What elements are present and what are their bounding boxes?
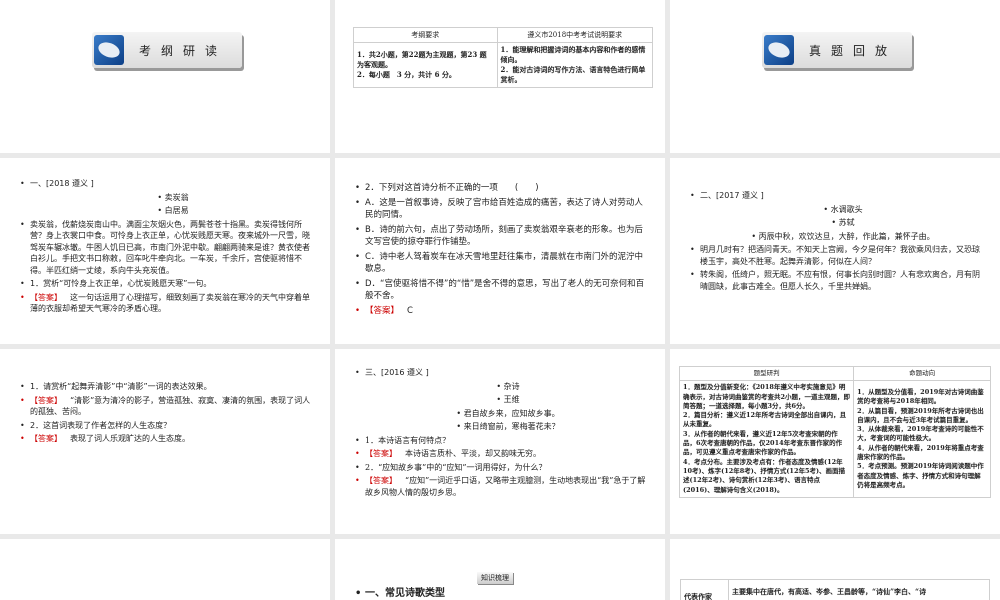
table-header: 题型研判 xyxy=(678,365,855,382)
table-cell-label: 代表作家 xyxy=(680,579,729,600)
table-cell-line: 2．能对古诗词的写作方法、语言特色进行简单赏析。 xyxy=(500,65,646,84)
option-c: C．诗中老人驾着炭车在冰天雪地里赶往集市，清晨就在市南门外的泥泞中歇息。 xyxy=(355,251,651,276)
poem-author: • 苏轼 xyxy=(831,218,855,227)
mouse-icon xyxy=(94,35,124,65)
question: 1．请赏析“起舞弄清影”中“清影”一词的表达效果。 xyxy=(20,381,316,393)
table-cell-line: 1．从题型及分值看，2019年对古诗词曲鉴赏的考查将与2018年相同。 xyxy=(857,387,984,406)
answer: 【答案】这一句话运用了心理描写，细致刻画了卖炭翁在寒冷的天气中穿着单薄的衣服却希… xyxy=(20,292,316,315)
slide-poem-zashi[interactable]: 三、[2016 遵义 ] • 杂诗 • 王维 • 君自故乡来，应知故乡事。 • … xyxy=(335,349,665,534)
section-heading: 一、常见诗歌类型 xyxy=(355,588,651,600)
poem-line: 转朱阁，低绮户，照无眠。不应有恨，何事长向别时圆？人有悲欢离合，月有阴晴圆缺，此… xyxy=(690,269,986,292)
table-cell-line: 3．从作者的朝代来看，遵义近12年5次考查宋朝的作品，6次考查唐朝的作品，仅20… xyxy=(683,429,843,457)
poem-author: • 白居易 xyxy=(157,206,189,215)
table-header: 遵义市2018中考考试说明要求 xyxy=(496,27,654,43)
slide-question-choice[interactable]: 2．下列对这首诗分析不正确的一项 ( ) A．这是一首叙事诗，反映了宫市给百姓造… xyxy=(335,158,665,344)
table-cell-line: 4．从作者的朝代来看，2019年将重点考查唐宋作家的作品。 xyxy=(857,443,984,462)
slide-exam-outline-title[interactable]: 考纲研读 xyxy=(0,0,330,153)
poem-line: 明月几时有？把酒问青天。不知天上宫阙，今夕是何年？我欲乘风归去，又恐琼楼玉宇，高… xyxy=(690,244,986,267)
poem-title: • 卖炭翁 xyxy=(157,192,189,202)
question: 2．“应知故乡事”中的“应知”一词用得好，为什么？ xyxy=(355,462,651,474)
slide-questions-qingying[interactable]: 1．请赏析“起舞弄清影”中“清影”一词的表达效果。 【答案】“清影”意为清冷的影… xyxy=(0,349,330,534)
table-cell-line: 2．从篇目看，预测2019年所考古诗词也出自课内，且不会与近3年考试篇目重复。 xyxy=(857,406,984,424)
answer: 【答案】C xyxy=(355,305,651,318)
question: 2．这首词表现了作者怎样的人生态度？ xyxy=(20,420,316,432)
section-heading: 二、[2017 遵义 ] xyxy=(690,190,986,202)
option-b: B．诗的前六句，点出了劳动场所，刻画了卖炭翁艰辛衰老的形象。也为后文写宫使的掠夺… xyxy=(355,224,651,249)
answer: 【答案】“应知”一词近乎口语，又略带主观臆测，生动地表现出“我”急于了解故乡风物… xyxy=(355,475,651,498)
poem-title: • 杂诗 xyxy=(496,381,520,391)
poem-line: • 来日绮窗前，寒梅著花未？ xyxy=(456,422,560,431)
poem-title: • 水调歌头 xyxy=(823,204,863,214)
banner-title: 真题回放 xyxy=(808,43,897,58)
table-cell-line: 1．能理解和把握诗词的基本内容和作者的感情倾向。 xyxy=(500,45,646,64)
table-cell-line: 1．题型及分值新变化：《2018年遵义中考实施意见》明确表示，对古诗词曲鉴赏的考… xyxy=(683,383,851,410)
mouse-icon xyxy=(764,35,794,65)
table-header: 考纲要求 xyxy=(353,27,498,43)
answer: 【答案】“清影”意为清冷的影子，营造孤独、寂寞、凄清的氛围，表现了词人的孤独、苦… xyxy=(20,395,316,418)
table-cell: 主要集中在唐代，有高适、岑参、王昌龄等，“诗仙”李白、“诗 xyxy=(728,579,990,600)
question: 1．赏析“可怜身上衣正单，心忧炭贱愿天寒”一句。 xyxy=(20,278,316,290)
slide-analysis-table[interactable]: 题型研判 命题动向 1．题型及分值新变化：《2018年遵义中考实施意见》明确表示，… xyxy=(670,349,1000,534)
table-cell-line: 2．篇目分析：遵义近12年所考古诗词全部出自课内，且从未重复。 xyxy=(683,411,847,429)
slide-blank[interactable] xyxy=(0,539,330,600)
question: 2．下列对这首诗分析不正确的一项 ( ) xyxy=(355,182,651,195)
section-banner: 真题回放 xyxy=(762,32,912,68)
answer: 【答案】表现了词人乐观旷达的人生态度。 xyxy=(20,433,316,445)
answer: 【答案】本诗语言质朴、平淡，却又韵味无穷。 xyxy=(355,448,651,460)
slide-knowledge-review[interactable]: 知识梳理 一、常见诗歌类型 xyxy=(335,539,665,600)
table-cell-line: 3．从体裁来看，2019年考查诗的可能性不大，考查词的可能性极大。 xyxy=(857,425,984,443)
knowledge-tag: 知识梳理 xyxy=(477,572,513,584)
table-cell-line: 4．考点分布。主要涉及考点有：作者态度及情感(12年10考)、炼字(12年8考)… xyxy=(683,457,846,494)
analysis-table: 题型研判 命题动向 1．题型及分值新变化：《2018年遵义中考实施意见》明确表示，… xyxy=(678,365,991,498)
table-header: 命题动向 xyxy=(853,365,991,382)
slide-poetry-types-table[interactable]: 代表作家 主要集中在唐代，有高适、岑参、王昌龄等，“诗仙”李白、“诗 xyxy=(670,539,1000,600)
table-cell-line: 1．共2小题，第22题为主观题，第23 题为客观题。 xyxy=(357,50,487,69)
slide-requirements-table[interactable]: 考纲要求 遵义市2018中考考试说明要求 1．共2小题，第22题为主观题，第23 … xyxy=(335,0,665,153)
option-d: D．“宫使驱将惜不得”的“惜”是舍不得的意思，写出了老人的无可奈何和百般不舍。 xyxy=(355,278,651,303)
poem-text: 卖炭翁，伐薪烧炭南山中。满面尘灰烟火色，两鬓苍苍十指黑。卖炭得钱何所营？身上衣裳… xyxy=(20,219,316,277)
poem-author: • 王维 xyxy=(496,395,520,404)
table-cell-line: 5．考点预测。预测2019年诗词阅读题中作者态度及情感、炼字、抒情方式和诗句理解… xyxy=(857,462,984,489)
requirements-table: 考纲要求 遵义市2018中考考试说明要求 1．共2小题，第22题为主观题，第23 … xyxy=(353,27,654,88)
poetry-types-table: 代表作家 主要集中在唐代，有高适、岑参、王昌龄等，“诗仙”李白、“诗 xyxy=(680,579,990,600)
question: 1．本诗语言有何特点？ xyxy=(355,435,651,447)
section-heading: 三、[2016 遵义 ] xyxy=(355,367,651,379)
banner-title: 考纲研读 xyxy=(138,43,227,58)
slide-poem-shuidiaogetou[interactable]: 二、[2017 遵义 ] • 水调歌头 • 苏轼 • 丙辰中秋，欢饮达旦，大醉，… xyxy=(670,158,1000,344)
table-cell-line: 2．每小题 3 分，共计 6 分。 xyxy=(357,70,456,79)
section-heading: 一、[2018 遵义 ] xyxy=(20,178,316,190)
poem-preface: • 丙辰中秋，欢饮达旦，大醉，作此篇，兼怀子由。 xyxy=(751,231,935,241)
poem-line: • 君自故乡来，应知故乡事。 xyxy=(456,408,560,418)
section-banner: 考纲研读 xyxy=(92,32,242,68)
option-a: A．这是一首叙事诗，反映了宫市给百姓造成的痛苦，表达了诗人对劳动人民的同情。 xyxy=(355,197,651,222)
slide-past-exams-title[interactable]: 真题回放 xyxy=(670,0,1000,153)
slide-poem-maitanweng[interactable]: 一、[2018 遵义 ] • 卖炭翁 • 白居易 卖炭翁，伐薪烧炭南山中。满面尘… xyxy=(0,158,330,344)
